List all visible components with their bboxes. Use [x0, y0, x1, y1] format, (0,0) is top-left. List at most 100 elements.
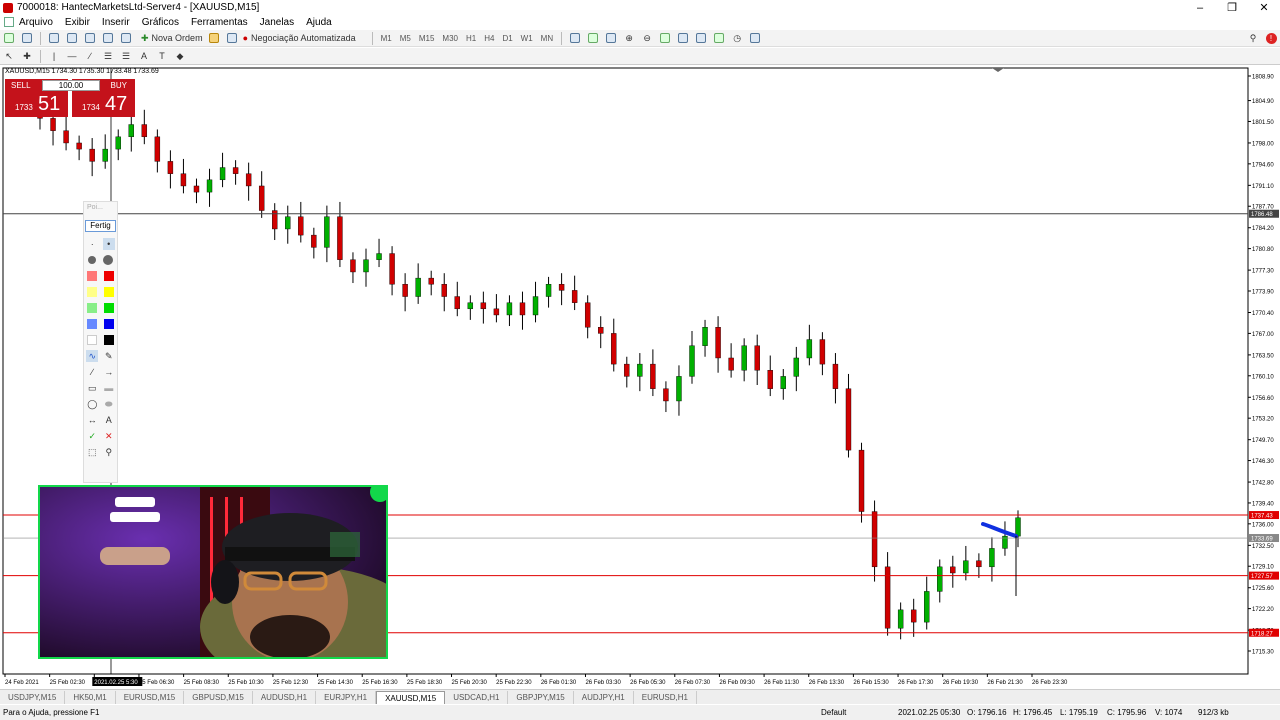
menu-graficos[interactable]: Gráficos: [142, 17, 179, 28]
eraser-icon[interactable]: ✎: [103, 350, 115, 362]
color-light-red[interactable]: [87, 271, 98, 281]
color-light-blue[interactable]: [87, 319, 98, 329]
select-area-icon[interactable]: ⬚: [86, 446, 98, 458]
text-icon[interactable]: A: [137, 49, 151, 63]
size-small-icon[interactable]: ·: [86, 238, 98, 250]
ellipse-icon[interactable]: ◯: [86, 398, 98, 410]
filled-ellipse-icon[interactable]: ⬬: [103, 398, 115, 410]
cancel-icon[interactable]: ✕: [103, 430, 115, 442]
rectangle-icon[interactable]: ▭: [86, 382, 98, 394]
fibo-icon[interactable]: ☰: [119, 49, 133, 63]
size-xlarge-icon[interactable]: [103, 255, 114, 265]
color-yellow[interactable]: [103, 287, 114, 297]
profiles-button[interactable]: [20, 31, 34, 45]
line-tool-icon[interactable]: ∕: [86, 366, 98, 378]
time-axis-label: 26 Feb 21:30: [987, 680, 1023, 686]
filled-rectangle-icon[interactable]: ▬: [103, 382, 115, 394]
data-window-button[interactable]: [65, 31, 79, 45]
color-blue[interactable]: [103, 319, 114, 329]
alert-icon[interactable]: !: [1264, 31, 1278, 45]
size-large-icon[interactable]: [87, 256, 96, 264]
menu-inserir[interactable]: Inserir: [102, 17, 130, 28]
tf-m5[interactable]: M5: [400, 34, 411, 43]
tab-usdjpy-m15[interactable]: USDJPY,M15: [0, 690, 66, 704]
size-medium-icon[interactable]: •: [102, 238, 115, 250]
tf-d1[interactable]: D1: [502, 34, 512, 43]
horizontal-line-icon[interactable]: —: [65, 49, 79, 63]
indicators-icon[interactable]: [712, 31, 726, 45]
search-icon[interactable]: ⚲: [1246, 31, 1260, 45]
tab-gbpjpy-m15[interactable]: GBPJPY,M15: [508, 690, 574, 704]
menu-exibir[interactable]: Exibir: [65, 17, 90, 28]
freehand-icon[interactable]: ∿: [86, 350, 99, 362]
market-watch-button[interactable]: [47, 31, 61, 45]
tab-audusd-h1[interactable]: AUDUSD,H1: [253, 690, 317, 704]
candle-body: [702, 327, 708, 346]
tf-m15[interactable]: M15: [419, 34, 435, 43]
confirm-icon[interactable]: ✓: [86, 430, 98, 442]
minimize-icon[interactable]: –: [1184, 2, 1216, 14]
color-green[interactable]: [103, 303, 114, 313]
tile-windows-icon[interactable]: [658, 31, 672, 45]
lot-size-input[interactable]: 100.00: [42, 80, 100, 91]
menu-janelas[interactable]: Janelas: [260, 17, 294, 28]
chart-window-icon[interactable]: [4, 17, 14, 27]
templates-icon[interactable]: [748, 31, 762, 45]
chart-shift-icon[interactable]: [694, 31, 708, 45]
meta-editor-button[interactable]: [207, 31, 221, 45]
tf-h4[interactable]: H4: [484, 34, 494, 43]
tf-mn[interactable]: MN: [541, 34, 553, 43]
vertical-line-icon[interactable]: |: [47, 49, 61, 63]
channel-icon[interactable]: ☰: [101, 49, 115, 63]
tab-hk50-m1[interactable]: HK50,M1: [65, 690, 116, 704]
tab-usdcad-h1[interactable]: USDCAD,H1: [445, 690, 509, 704]
menu-arquivo[interactable]: Arquivo: [19, 17, 53, 28]
menu-ajuda[interactable]: Ajuda: [306, 17, 332, 28]
restore-icon[interactable]: ❐: [1216, 1, 1248, 14]
new-order-button[interactable]: ✚ Nova Ordem: [141, 31, 203, 45]
line-chart-icon[interactable]: [604, 31, 618, 45]
color-light-yellow[interactable]: [87, 287, 98, 297]
time-axis-label: 26 Feb 15:30: [853, 680, 889, 686]
tf-h1[interactable]: H1: [466, 34, 476, 43]
zoom-tool-icon[interactable]: ⚲: [103, 446, 115, 458]
zoom-out-icon[interactable]: ⊖: [640, 31, 654, 45]
candle-body: [989, 548, 995, 568]
label-icon[interactable]: T: [155, 49, 169, 63]
tf-m30[interactable]: M30: [442, 34, 458, 43]
double-arrow-icon[interactable]: ↔: [86, 414, 98, 426]
close-icon[interactable]: ✕: [1248, 1, 1280, 14]
zoom-in-icon[interactable]: ⊕: [622, 31, 636, 45]
color-red[interactable]: [103, 271, 114, 281]
bar-chart-icon[interactable]: [568, 31, 582, 45]
color-black[interactable]: [103, 335, 114, 345]
text-tool-icon[interactable]: A: [103, 414, 115, 426]
tab-xauusd-m15[interactable]: XAUUSD,M15: [376, 690, 446, 704]
autoscroll-icon[interactable]: [676, 31, 690, 45]
arrow-tool-icon[interactable]: →: [103, 366, 115, 378]
periods-icon[interactable]: ◷: [730, 31, 744, 45]
terminal-button[interactable]: [101, 31, 115, 45]
tab-gbpusd-m15[interactable]: GBPUSD,M15: [184, 690, 253, 704]
navigator-button[interactable]: [83, 31, 97, 45]
done-button[interactable]: Fertig: [85, 220, 116, 232]
menu-ferramentas[interactable]: Ferramentas: [191, 17, 248, 28]
auto-trading-button[interactable]: ● Negociação Automatizada: [243, 31, 356, 45]
tab-audjpy-h1[interactable]: AUDJPY,H1: [574, 690, 634, 704]
candle-body: [454, 296, 460, 310]
tab-eurusd-h1[interactable]: EURUSD,H1: [634, 690, 697, 704]
new-chart-button[interactable]: [2, 31, 16, 45]
tf-w1[interactable]: W1: [521, 34, 533, 43]
cursor-icon[interactable]: ↖: [2, 49, 16, 63]
color-light-green[interactable]: [87, 303, 98, 313]
tf-m1[interactable]: M1: [381, 34, 392, 43]
signals-button[interactable]: [225, 31, 239, 45]
shapes-icon[interactable]: ◆: [173, 49, 187, 63]
tester-button[interactable]: [119, 31, 133, 45]
tab-eurjpy-h1[interactable]: EURJPY,H1: [316, 690, 377, 704]
color-white[interactable]: [87, 335, 98, 345]
trendline-icon[interactable]: ∕: [83, 49, 97, 63]
crosshair-icon[interactable]: ✚: [20, 49, 34, 63]
candlestick-icon[interactable]: [586, 31, 600, 45]
tab-eurusd-m15[interactable]: EURUSD,M15: [116, 690, 185, 704]
